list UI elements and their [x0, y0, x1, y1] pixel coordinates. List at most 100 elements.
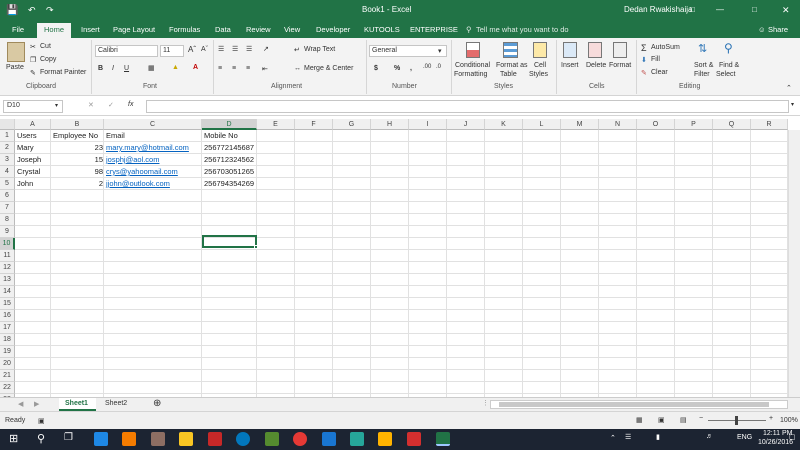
app-icon[interactable] — [265, 432, 279, 446]
font-size-box[interactable]: 11 — [160, 45, 184, 57]
tab-enterprise[interactable]: ENTERPRISE — [410, 25, 458, 34]
conditional-formatting-button[interactable]: Conditional — [455, 62, 490, 69]
collapse-ribbon-icon[interactable]: ⌃ — [786, 84, 792, 92]
cell-styles-icon[interactable] — [533, 42, 547, 58]
bold-button[interactable]: B — [98, 65, 103, 72]
cell-D1[interactable]: Mobile No — [202, 131, 238, 140]
row-header-11[interactable]: 11 — [0, 250, 15, 262]
align-center-icon[interactable]: ≡ — [232, 65, 236, 72]
italic-button[interactable]: I — [112, 65, 114, 72]
row-header-1[interactable]: 1 — [0, 130, 15, 142]
cell-D3[interactable]: 256712324562 — [202, 155, 254, 164]
enter-icon[interactable]: ✓ — [108, 101, 114, 109]
app-icon[interactable] — [350, 432, 364, 446]
insert-cells-icon[interactable] — [563, 42, 577, 58]
cell-A2[interactable]: Mary — [15, 143, 34, 152]
tab-view[interactable]: View — [284, 25, 300, 34]
zoom-slider-thumb[interactable] — [735, 416, 738, 425]
network-icon[interactable]: ☰ — [625, 433, 631, 441]
minimize-button[interactable]: — — [716, 5, 724, 14]
split-handle-icon[interactable]: ⋮ — [482, 399, 489, 407]
cell-C1[interactable]: Email — [104, 131, 125, 140]
format-painter-button[interactable]: Format Painter — [40, 69, 86, 76]
column-header-j[interactable]: J — [447, 119, 485, 130]
tab-home[interactable]: Home — [37, 23, 72, 38]
media-player-icon[interactable] — [322, 432, 336, 446]
worksheet-grid[interactable]: ABCDEFGHIJKLMNOPQR 1 2 3 4 5 6 7 8 9 10 11 12 13 14 15… — [0, 119, 800, 397]
align-bottom-icon[interactable]: ☰ — [246, 45, 252, 53]
row-header-14[interactable]: 14 — [0, 286, 15, 298]
eraser-icon[interactable]: ✎ — [641, 69, 647, 77]
volume-icon[interactable]: ♬ — [706, 433, 713, 440]
paste-button[interactable]: Paste — [6, 64, 24, 71]
grow-font-icon[interactable]: Aˆ — [188, 45, 196, 54]
row-header-10[interactable]: 10 — [0, 238, 15, 250]
column-header-e[interactable]: E — [257, 119, 295, 130]
row-header-12[interactable]: 12 — [0, 262, 15, 274]
share-button[interactable]: Share — [768, 25, 788, 34]
column-header-f[interactable]: F — [295, 119, 333, 130]
battery-icon[interactable]: ▮ — [656, 433, 660, 441]
tab-data[interactable]: Data — [215, 25, 231, 34]
cell-D4[interactable]: 256703051265 — [202, 167, 254, 176]
row-header-18[interactable]: 18 — [0, 334, 15, 346]
comma-button[interactable]: , — [410, 65, 412, 72]
file-explorer-icon[interactable] — [179, 432, 193, 446]
cut-icon[interactable]: ✂ — [30, 43, 36, 51]
sort-filter-button[interactable]: Sort & — [694, 62, 713, 69]
cell-A5[interactable]: John — [15, 179, 33, 188]
row-header-8[interactable]: 8 — [0, 214, 15, 226]
column-header-r[interactable]: R — [751, 119, 788, 130]
row-header-15[interactable]: 15 — [0, 298, 15, 310]
row-header-20[interactable]: 20 — [0, 358, 15, 370]
normal-view-icon[interactable]: ▦ — [636, 416, 643, 424]
cell-C2[interactable]: mary.mary@hotmail.com — [104, 143, 189, 152]
row-header-2[interactable]: 2 — [0, 142, 15, 154]
column-header-q[interactable]: Q — [713, 119, 751, 130]
cell-D2[interactable]: 256772145687 — [202, 143, 254, 152]
format-painter-icon[interactable]: ✎ — [30, 69, 36, 77]
zoom-in-button[interactable]: + — [769, 415, 773, 422]
column-header-b[interactable]: B — [51, 119, 104, 130]
wrap-text-icon[interactable]: ↵ — [294, 46, 300, 54]
tell-me-search[interactable]: Tell me what you want to do — [476, 25, 569, 34]
notifications-icon[interactable]: ▢ — [789, 433, 796, 441]
row-header-5[interactable]: 5 — [0, 178, 15, 190]
vertical-scrollbar[interactable] — [788, 130, 800, 397]
row-header-21[interactable]: 21 — [0, 370, 15, 382]
tab-file[interactable]: File — [12, 25, 24, 34]
excel-taskbar-icon[interactable] — [436, 432, 450, 446]
page-break-view-icon[interactable]: ▤ — [680, 416, 687, 424]
show-hidden-icons[interactable]: ⌃ — [610, 434, 616, 442]
paste-icon[interactable] — [7, 42, 25, 62]
scroll-left-icon[interactable]: ◀ — [18, 400, 23, 408]
copy-button[interactable]: Copy — [40, 56, 56, 63]
app-icon[interactable] — [236, 432, 250, 446]
column-header-d[interactable]: D — [202, 119, 257, 130]
find-select-icon[interactable]: ⚲ — [724, 41, 733, 55]
tab-developer[interactable]: Developer — [316, 25, 350, 34]
row-header-22[interactable]: 22 — [0, 382, 15, 394]
column-header-g[interactable]: G — [333, 119, 371, 130]
select-all-corner[interactable] — [0, 119, 15, 130]
column-header-h[interactable]: H — [371, 119, 409, 130]
name-box[interactable]: D10 ▾ — [3, 100, 63, 113]
cancel-icon[interactable]: ✕ — [88, 101, 94, 109]
cell-B5[interactable]: 2 — [51, 179, 105, 188]
language-indicator[interactable]: ENG — [737, 434, 752, 441]
column-header-o[interactable]: O — [637, 119, 675, 130]
currency-button[interactable]: $ — [374, 65, 378, 72]
column-header-k[interactable]: K — [485, 119, 523, 130]
row-header-7[interactable]: 7 — [0, 202, 15, 214]
column-header-c[interactable]: C — [104, 119, 202, 130]
redo-icon[interactable]: ↷ — [46, 5, 54, 16]
row-header-6[interactable]: 6 — [0, 190, 15, 202]
column-header-i[interactable]: I — [409, 119, 447, 130]
column-header-l[interactable]: L — [523, 119, 561, 130]
row-header-13[interactable]: 13 — [0, 274, 15, 286]
merge-icon[interactable]: ↔ — [294, 65, 301, 72]
app-icon[interactable] — [208, 432, 222, 446]
search-icon[interactable]: ⚲ — [37, 432, 45, 445]
row-header-9[interactable]: 9 — [0, 226, 15, 238]
fill-icon[interactable]: ⬇ — [641, 56, 647, 64]
